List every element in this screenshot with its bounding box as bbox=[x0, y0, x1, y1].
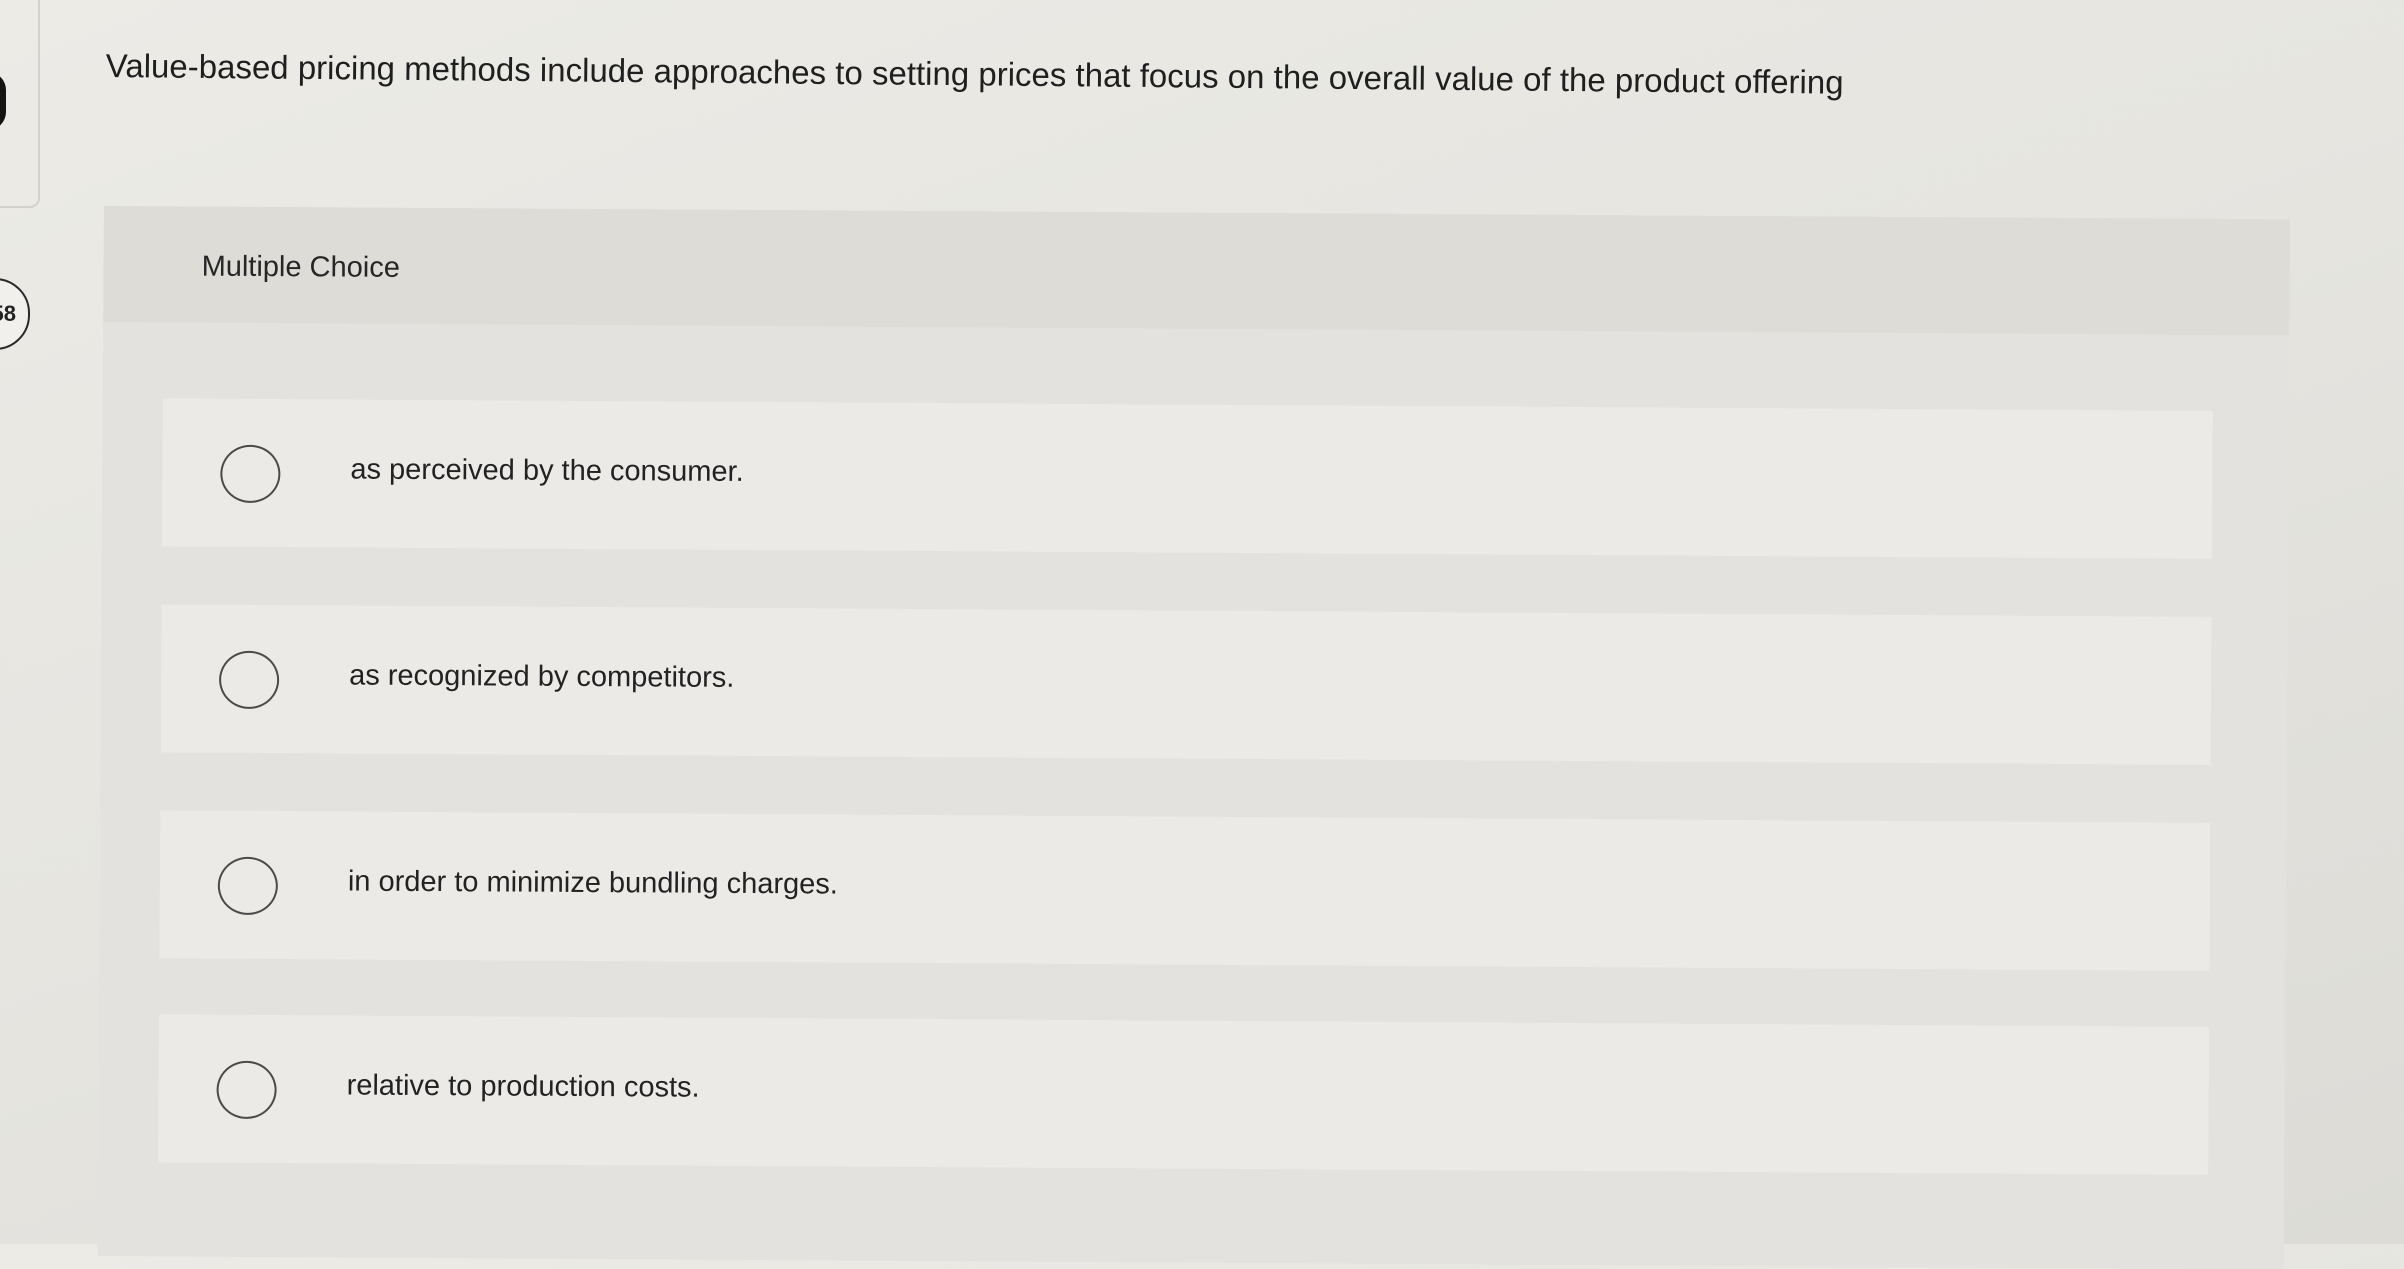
answer-option-label: as recognized by competitors. bbox=[349, 659, 735, 694]
answer-option-label: relative to production costs. bbox=[346, 1069, 700, 1104]
question-type-label: Multiple Choice bbox=[201, 250, 400, 284]
answer-option-4[interactable]: relative to production costs. bbox=[158, 1014, 2210, 1175]
radio-button[interactable] bbox=[216, 1060, 277, 1120]
radio-button[interactable] bbox=[218, 650, 280, 710]
answer-option-1[interactable]: as perceived by the consumer. bbox=[161, 398, 2213, 559]
answer-option-label: in order to minimize bundling charges. bbox=[347, 865, 838, 901]
question-number-badge: 58 bbox=[0, 278, 30, 350]
sidebar-card-edge bbox=[0, 0, 40, 208]
answer-panel: Multiple Choice as perceived by the cons… bbox=[97, 206, 2290, 1269]
answer-option-label: as perceived by the consumer. bbox=[350, 453, 744, 488]
radio-button[interactable] bbox=[220, 444, 281, 504]
question-number: 58 bbox=[0, 301, 16, 326]
answer-option-3[interactable]: in order to minimize bundling charges. bbox=[159, 810, 2211, 971]
answer-option-2[interactable]: as recognized by competitors. bbox=[160, 604, 2212, 765]
question-prompt: Value-based pricing methods include appr… bbox=[105, 46, 1844, 101]
panel-header: Multiple Choice bbox=[103, 206, 2290, 336]
radio-button[interactable] bbox=[217, 856, 279, 916]
